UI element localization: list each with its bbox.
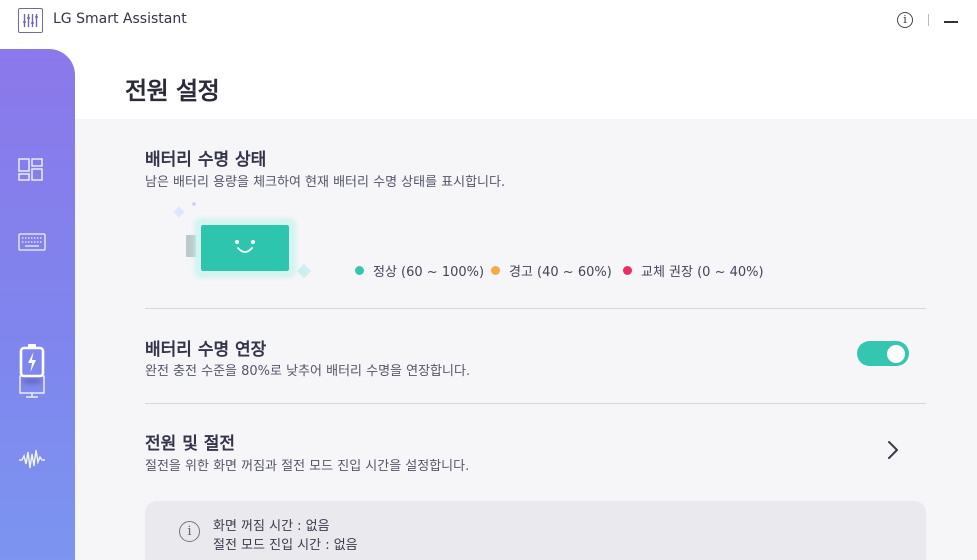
page-title: 전원 설정 <box>125 77 220 105</box>
keyboard-icon[interactable] <box>16 225 48 257</box>
divider <box>145 308 926 309</box>
battery-health-description: 남은 배터리 용량을 체크하여 현재 배터리 수명 상태를 표시합니다. <box>145 175 506 190</box>
monitor-icon[interactable] <box>16 370 48 402</box>
legend-warning-label: 경고 (40 ~ 60%) <box>509 265 612 280</box>
info-icon: i <box>179 521 200 542</box>
app-logo-icon <box>18 8 43 33</box>
sleep-mode-time: 절전 모드 진입 시간 : 없음 <box>213 538 358 553</box>
toggle-knob <box>887 344 905 363</box>
legend-replace-dot <box>623 266 632 275</box>
screen-off-time: 화면 꺼짐 시간 : 없음 <box>213 519 330 534</box>
power-saving-title[interactable]: 전원 및 절전 <box>145 429 235 454</box>
main-content: 배터리 수명 상태 남은 배터리 용량을 체크하여 현재 배터리 수명 상태를 … <box>75 119 977 560</box>
dashboard-icon[interactable] <box>16 153 48 185</box>
info-icon[interactable]: i <box>897 12 913 28</box>
battery-extend-toggle[interactable] <box>857 341 909 366</box>
chevron-right-icon[interactable] <box>885 439 901 461</box>
legend-normal-label: 정상 (60 ~ 100%) <box>373 265 485 280</box>
battery-extend-title: 배터리 수명 연장 <box>145 340 267 360</box>
legend-warning: 경고 (40 ~ 60%) <box>491 261 612 280</box>
audio-wave-icon[interactable] <box>16 443 48 475</box>
legend-replace-label: 교체 권장 (0 ~ 40%) <box>641 265 764 280</box>
legend-replace: 교체 권장 (0 ~ 40%) <box>623 261 764 280</box>
battery-health-title: 배터리 수명 상태 <box>145 150 267 170</box>
power-info-box: i 화면 꺼짐 시간 : 없음 절전 모드 진입 시간 : 없음 <box>145 501 926 560</box>
battery-extend-description: 완전 충전 수준을 80%로 낮추어 배터리 수명을 연장합니다. <box>145 364 471 379</box>
battery-status-illustration <box>171 201 321 291</box>
titlebar-separator <box>928 14 929 26</box>
page-header: 전원 설정 <box>75 49 977 119</box>
sidebar <box>0 49 75 560</box>
minimize-icon[interactable] <box>944 21 958 23</box>
app-title: LG Smart Assistant <box>53 11 187 27</box>
legend-normal-dot <box>355 266 364 275</box>
power-saving-description: 절전을 위한 화면 꺼짐과 절전 모드 진입 시간을 설정합니다. <box>145 459 470 474</box>
title-bar: LG Smart Assistant i <box>0 0 977 44</box>
legend-warning-dot <box>491 266 500 275</box>
divider <box>145 403 926 404</box>
legend-normal: 정상 (60 ~ 100%) <box>355 261 484 280</box>
